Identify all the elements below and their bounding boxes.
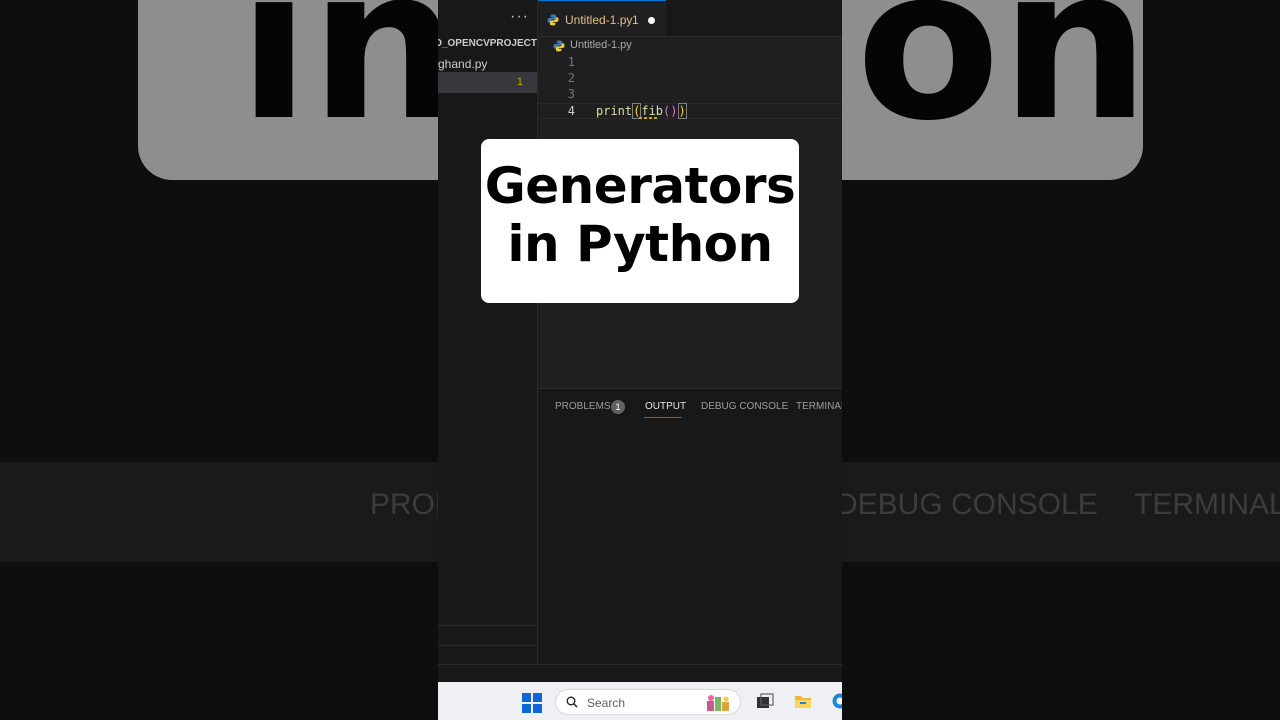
title-line-1: Generators [484,157,796,215]
divider [438,625,537,626]
python-icon [547,14,559,26]
file-explorer-icon[interactable] [794,693,812,709]
code-line: 1 [538,55,842,71]
title-line-2: in Python [507,215,773,273]
editor-tab-bar: Untitled-1.py 1 [538,0,842,37]
tab-untitled-1[interactable]: Untitled-1.py 1 [538,0,666,36]
search-highlight-icon [707,695,729,711]
tab-label: Untitled-1.py [565,13,633,27]
tab-terminal[interactable]: TERMINAL [796,401,842,412]
line-number: 2 [567,71,575,85]
active-tab-indicator [644,417,682,418]
background-tab-terminal: TERMINAL [1134,488,1280,521]
taskbar-search-input[interactable]: Search [555,689,741,715]
explorer-sidebar: ··· AND_OPENCVPROJECT ghand.py 1 [438,0,538,682]
tab-output[interactable]: OUTPUT [645,401,686,412]
video-title-card: Generators in Python [481,139,799,303]
task-view-icon[interactable] [756,693,774,709]
background-big-text-right: on [856,0,1150,167]
windows-taskbar: Search [438,682,842,720]
divider [438,645,537,646]
code-line: 2 [538,71,842,87]
python-icon [553,40,565,52]
unsaved-dot-icon[interactable] [648,17,655,24]
explorer-project-folder[interactable]: AND_OPENCVPROJECT [438,38,537,49]
more-actions-icon[interactable]: ··· [510,8,529,26]
background-big-text-left: in [238,0,460,167]
warning-squiggle [639,117,657,119]
search-placeholder: Search [587,696,626,710]
code-editor[interactable]: 1 2 3 4 print(fib()) [538,54,842,120]
tab-problem-count: 1 [632,13,639,27]
breadcrumb-file[interactable]: Untitled-1.py [570,39,632,51]
tab-problems[interactable]: PROBLEMS [555,401,611,412]
problem-count-badge: 1 [516,76,523,88]
background-tab-debug: DEBUG CONSOLE [836,488,1098,521]
tab-debug-console[interactable]: DEBUG CONSOLE [701,401,788,412]
code-line-active: 4 print(fib()) [538,103,842,119]
vscode-window: ··· AND_OPENCVPROJECT ghand.py 1 Untitle… [438,0,842,720]
bottom-panel: PROBLEMS 1 OUTPUT DEBUG CONSOLE TERMINAL [538,388,842,665]
explorer-selected-row[interactable]: 1 [438,72,537,93]
line-number: 4 [567,104,575,118]
code-text: print(fib()) [596,103,687,119]
line-number: 1 [567,55,575,69]
line-number: 3 [567,87,575,101]
status-bar [438,664,842,683]
edge-icon[interactable] [831,693,842,709]
search-icon [566,696,578,708]
explorer-file-item[interactable]: ghand.py [438,57,537,71]
problems-count-badge: 1 [611,400,625,414]
code-line: 3 [538,87,842,103]
windows-start-icon[interactable] [522,693,542,713]
